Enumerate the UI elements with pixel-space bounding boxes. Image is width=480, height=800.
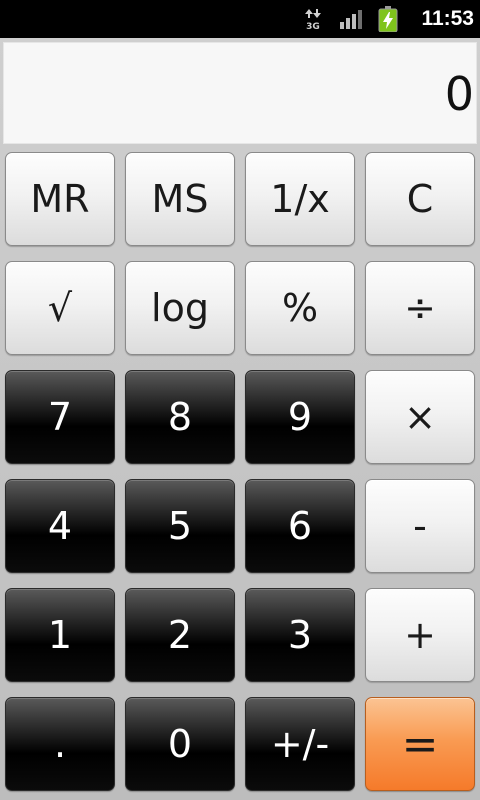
- digit-6-button[interactable]: 6: [245, 479, 355, 573]
- log-button[interactable]: log: [125, 261, 235, 355]
- signal-strength-icon: [340, 10, 362, 29]
- percent-button[interactable]: %: [245, 261, 355, 355]
- digit-1-button[interactable]: 1: [5, 588, 115, 682]
- svg-text:3G: 3G: [306, 22, 320, 30]
- digit-0-button[interactable]: 0: [125, 697, 235, 791]
- clear-button[interactable]: C: [365, 152, 475, 246]
- multiply-button[interactable]: ×: [365, 370, 475, 464]
- digit-3-button[interactable]: 3: [245, 588, 355, 682]
- memory-recall-button[interactable]: MR: [5, 152, 115, 246]
- calculator-app: 0 MR MS 1/x C √ log % ÷ 7 8 9 × 4 5 6 - …: [0, 38, 480, 800]
- memory-store-button[interactable]: MS: [125, 152, 235, 246]
- digit-2-button[interactable]: 2: [125, 588, 235, 682]
- digit-4-button[interactable]: 4: [5, 479, 115, 573]
- digit-7-button[interactable]: 7: [5, 370, 115, 464]
- result-display[interactable]: 0: [3, 42, 477, 144]
- data-arrows-3g-icon: 3G: [305, 9, 321, 30]
- digit-5-button[interactable]: 5: [125, 479, 235, 573]
- digit-9-button[interactable]: 9: [245, 370, 355, 464]
- battery-charging-icon: [378, 6, 398, 32]
- display-value: 0: [444, 67, 474, 121]
- add-button[interactable]: +: [365, 588, 475, 682]
- square-root-button[interactable]: √: [5, 261, 115, 355]
- status-clock: 11:53: [421, 7, 474, 30]
- divide-button[interactable]: ÷: [365, 261, 475, 355]
- status-bar: 3G 11:53: [0, 0, 480, 38]
- subtract-button[interactable]: -: [365, 479, 475, 573]
- equals-button[interactable]: =: [365, 697, 475, 791]
- digit-8-button[interactable]: 8: [125, 370, 235, 464]
- decimal-point-button[interactable]: .: [5, 697, 115, 791]
- sign-toggle-button[interactable]: +/-: [245, 697, 355, 791]
- reciprocal-button[interactable]: 1/x: [245, 152, 355, 246]
